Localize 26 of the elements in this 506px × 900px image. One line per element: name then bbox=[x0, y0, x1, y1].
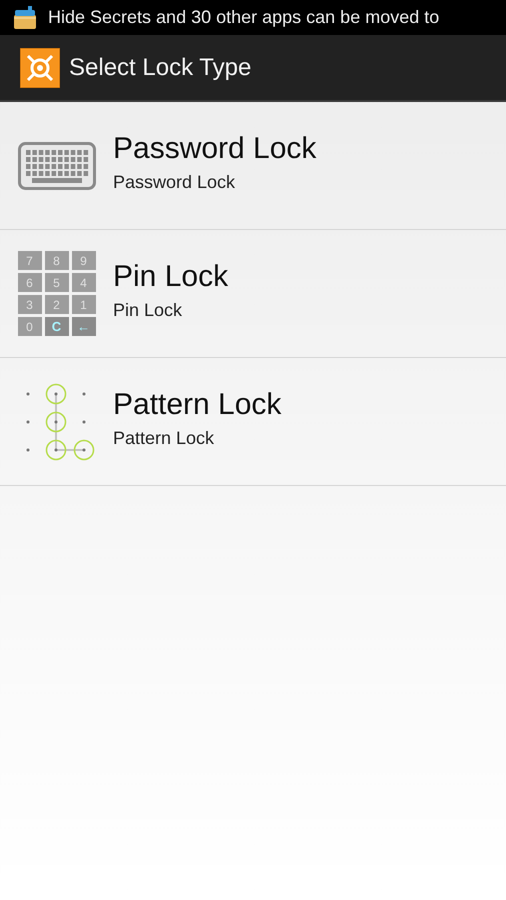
keypad-key: 8 bbox=[44, 251, 68, 270]
broom-icon bbox=[12, 4, 38, 30]
keypad-key: 0 bbox=[18, 317, 42, 336]
keypad-key: 6 bbox=[18, 273, 42, 292]
lock-type-title: Pattern Lock bbox=[113, 388, 282, 422]
lock-type-item[interactable]: 7 8 9 6 5 4 3 2 1 0 C ← Pin Lock Pin Lock bbox=[0, 230, 506, 358]
screen-title: Select Lock Type bbox=[69, 54, 252, 82]
lock-type-subtitle: Pin Lock bbox=[113, 300, 184, 321]
keypad-key: ← bbox=[72, 317, 96, 336]
keyboard-icon bbox=[18, 142, 96, 190]
notification-text: Hide Secrets and 30 other apps can be moved to bbox=[48, 7, 440, 28]
keypad-key: 2 bbox=[44, 295, 68, 314]
keypad-key: 3 bbox=[18, 295, 42, 314]
lock-type-subtitle: Password Lock bbox=[113, 172, 236, 193]
lock-type-item[interactable]: Pattern Lock Pattern Lock bbox=[0, 358, 506, 486]
lock-type-title: Pin Lock bbox=[113, 260, 228, 294]
keypad-key: 4 bbox=[72, 273, 96, 292]
keypad-key: 1 bbox=[72, 295, 96, 314]
lock-type-title: Password Lock bbox=[113, 132, 316, 166]
keypad-key: 7 bbox=[18, 251, 42, 270]
keypad-key: 9 bbox=[72, 251, 96, 270]
keypad-key: 5 bbox=[44, 273, 68, 292]
keypad-key: C bbox=[44, 317, 68, 336]
lock-type-item[interactable]: Password Lock Password Lock bbox=[0, 102, 506, 230]
app-icon[interactable] bbox=[20, 48, 60, 88]
lock-type-subtitle: Pattern Lock bbox=[113, 428, 216, 449]
